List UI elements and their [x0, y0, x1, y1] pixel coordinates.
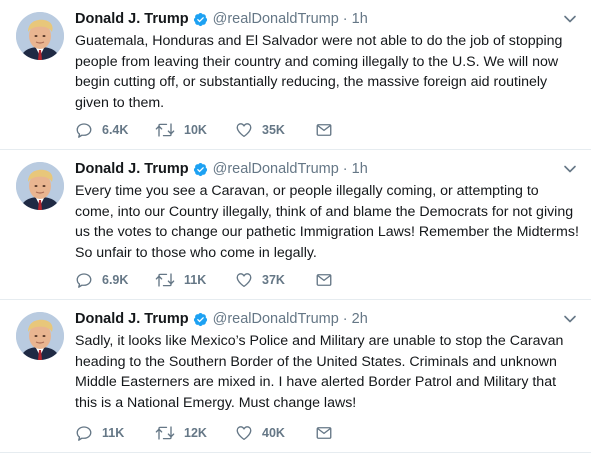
reply-count: 6.4K	[102, 123, 129, 137]
retweet-button[interactable]: 10K	[155, 121, 235, 139]
avatar-portrait-icon	[16, 12, 64, 60]
reply-icon	[76, 426, 92, 441]
reply-count: 11K	[102, 426, 125, 440]
separator-dot: ·	[342, 311, 348, 327]
reply-count: 6.9K	[102, 273, 129, 287]
verified-badge-icon	[193, 162, 207, 176]
heart-icon	[236, 426, 252, 441]
retweet-icon	[155, 426, 175, 440]
retweet-icon	[155, 273, 175, 287]
tweet[interactable]: Donald J. Trump @realDonaldTrump · 1h Ev…	[0, 150, 591, 300]
tweet-text: Every time you see a Caravan, or people …	[75, 183, 579, 261]
tweet-text: Guatemala, Honduras and El Salvador were…	[75, 33, 563, 111]
envelope-icon	[316, 427, 332, 439]
reply-button[interactable]: 6.4K	[75, 121, 155, 139]
direct-message-button[interactable]	[315, 271, 345, 289]
envelope-icon	[316, 274, 332, 286]
tweet[interactable]: Donald J. Trump @realDonaldTrump · 2h Sa…	[0, 300, 591, 453]
reply-icon	[76, 123, 92, 138]
tweet-text: Sadly, it looks like Mexico’s Police and…	[75, 333, 564, 411]
author-handle[interactable]: @realDonaldTrump	[213, 311, 339, 327]
direct-message-button[interactable]	[315, 424, 345, 442]
tweet-actions: 11K 12K 40K	[75, 424, 345, 442]
tweet-actions: 6.4K 10K 35K	[75, 121, 345, 139]
verified-badge-icon	[193, 312, 207, 326]
tweet-timestamp[interactable]: 2h	[352, 311, 368, 327]
retweet-count: 10K	[184, 123, 207, 137]
chevron-down-icon[interactable]	[563, 12, 577, 26]
retweet-button[interactable]: 11K	[155, 271, 235, 289]
like-count: 40K	[262, 426, 285, 440]
tweet-timeline: Donald J. Trump @realDonaldTrump · 1h Gu…	[0, 0, 591, 453]
envelope-icon	[316, 124, 332, 136]
avatar[interactable]	[16, 162, 64, 210]
avatar-portrait-icon	[16, 162, 64, 210]
reply-button[interactable]: 6.9K	[75, 271, 155, 289]
author-handle[interactable]: @realDonaldTrump	[213, 11, 339, 27]
reply-button[interactable]: 11K	[75, 424, 155, 442]
author-name[interactable]: Donald J. Trump	[75, 161, 189, 177]
heart-icon	[236, 123, 252, 138]
tweet-timestamp[interactable]: 1h	[352, 161, 368, 177]
chevron-down-icon[interactable]	[563, 312, 577, 326]
like-count: 37K	[262, 273, 285, 287]
like-button[interactable]: 35K	[235, 121, 315, 139]
like-count: 35K	[262, 123, 285, 137]
avatar-portrait-icon	[16, 312, 64, 360]
like-button[interactable]: 37K	[235, 271, 315, 289]
retweet-icon	[155, 123, 175, 137]
author-name[interactable]: Donald J. Trump	[75, 311, 189, 327]
retweet-count: 12K	[184, 426, 207, 440]
retweet-count: 11K	[184, 273, 207, 287]
tweet-actions: 6.9K 11K 37K	[75, 271, 345, 289]
tweet-timestamp[interactable]: 1h	[352, 11, 368, 27]
tweet-header: Donald J. Trump @realDonaldTrump · 1h	[75, 10, 575, 28]
verified-badge-icon	[193, 12, 207, 26]
like-button[interactable]: 40K	[235, 424, 315, 442]
retweet-button[interactable]: 12K	[155, 424, 235, 442]
tweet-header: Donald J. Trump @realDonaldTrump · 2h	[75, 310, 575, 328]
avatar[interactable]	[16, 12, 64, 60]
reply-icon	[76, 273, 92, 288]
heart-icon	[236, 273, 252, 288]
author-handle[interactable]: @realDonaldTrump	[213, 161, 339, 177]
tweet[interactable]: Donald J. Trump @realDonaldTrump · 1h Gu…	[0, 0, 591, 150]
separator-dot: ·	[342, 11, 348, 27]
tweet-header: Donald J. Trump @realDonaldTrump · 1h	[75, 160, 575, 178]
author-name[interactable]: Donald J. Trump	[75, 11, 189, 27]
avatar[interactable]	[16, 312, 64, 360]
direct-message-button[interactable]	[315, 121, 345, 139]
separator-dot: ·	[342, 161, 348, 177]
chevron-down-icon[interactable]	[563, 162, 577, 176]
